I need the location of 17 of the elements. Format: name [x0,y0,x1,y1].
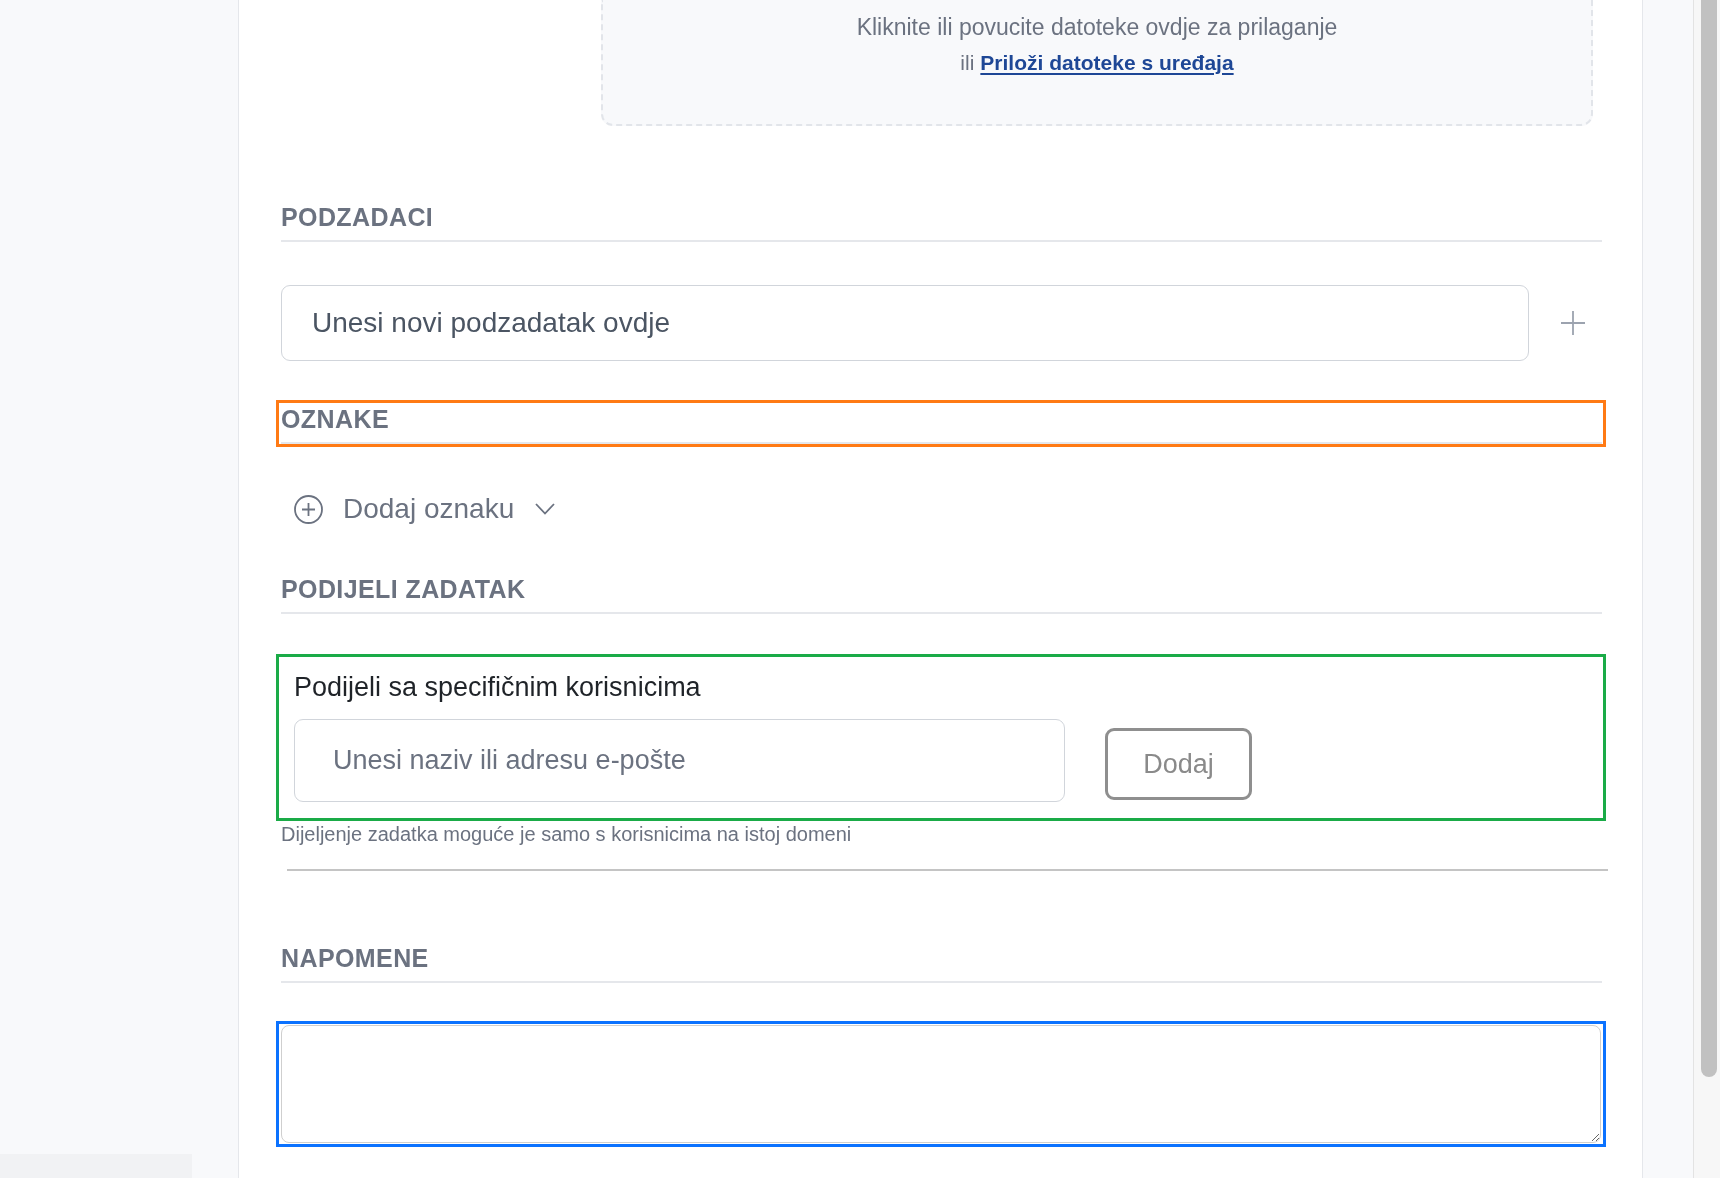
share-hint: Dijeljenje zadatka moguće je samo s korisnicima na istoj domeni [281,823,852,845]
section-heading: OZNAKE [281,406,389,432]
add-tag-button[interactable]: Dodaj oznaku [294,493,556,525]
circle-plus-icon [294,494,323,524]
subtask-field[interactable]: Unesi novi podzadatak ovdje [281,285,1529,361]
email-field[interactable]: Unesi naziv ili adresu e-pošte [294,719,1065,802]
section-heading: PODZADACI [281,204,434,230]
share-label: Podijeli sa specifičnim korisnicima [294,671,701,703]
file-drop-zone[interactable]: Kliknite ili povucite datoteke ovdje za prilaganje ili Priloži datoteke s uređaja [601,0,1593,126]
scrollbar-thumb[interactable] [1701,0,1717,1077]
section-heading: PODIJELI ZADATAK [281,576,526,602]
attach-files-link[interactable]: Priloži datoteke s uređaja [980,50,1234,76]
drop-prompt: Kliknite ili povucite datoteke ovdje za prilaganje [856,13,1338,42]
plus-icon[interactable] [1560,310,1586,336]
alternative-text: ili [960,50,975,76]
section-heading: NAPOMENE [281,945,429,971]
chevron-down-icon [535,503,556,515]
